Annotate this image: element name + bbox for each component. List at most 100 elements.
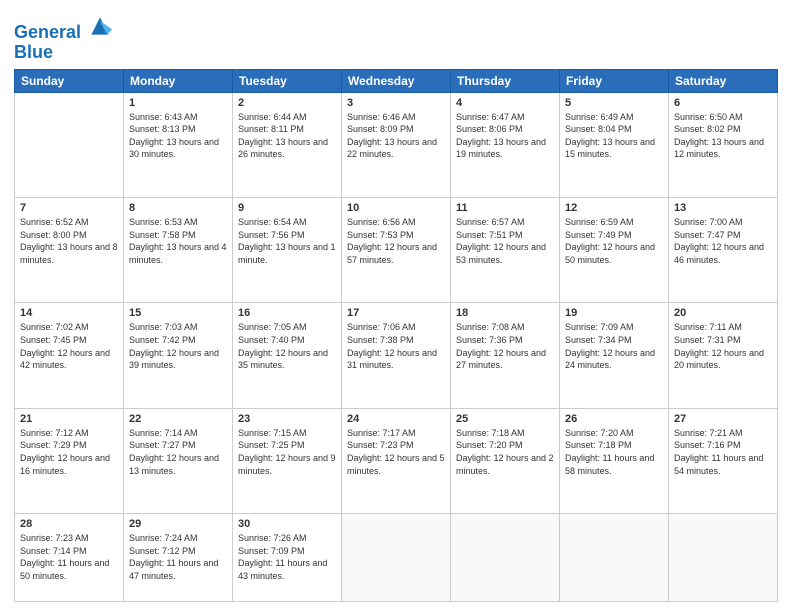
- calendar-cell: 6Sunrise: 6:50 AMSunset: 8:02 PMDaylight…: [669, 92, 778, 197]
- day-number: 10: [347, 202, 445, 214]
- day-number: 27: [674, 413, 772, 425]
- day-info: Sunrise: 7:08 AMSunset: 7:36 PMDaylight:…: [456, 321, 554, 371]
- calendar-cell: 12 Sunrise: 6:59 AMSunset: 7:49 PMDayligh…: [560, 197, 669, 302]
- logo-text: General: [14, 14, 112, 43]
- day-number: 29: [129, 518, 227, 530]
- day-number: 8: [129, 202, 227, 214]
- calendar-cell: 30 Sunrise: 7:26 AMSunset: 7:09 PMDayligh…: [233, 514, 342, 602]
- calendar-cell: 25Sunrise: 7:18 AMSunset: 7:20 PMDayligh…: [451, 408, 560, 513]
- calendar-cell: 10 Sunrise: 6:56 AMSunset: 7:53 PMDayligh…: [342, 197, 451, 302]
- day-number: 14: [20, 307, 118, 319]
- header: General Blue: [14, 10, 778, 63]
- week-row-5: 28Sunrise: 7:23 AMSunset: 7:14 PMDayligh…: [15, 514, 778, 602]
- week-row-4: 21 Sunrise: 7:12 AMSunset: 7:29 PMDayligh…: [15, 408, 778, 513]
- day-number: 12: [565, 202, 663, 214]
- day-number: 24: [347, 413, 445, 425]
- calendar-cell: 11 Sunrise: 6:57 AMSunset: 7:51 PMDayligh…: [451, 197, 560, 302]
- week-row-3: 14 Sunrise: 7:02 AMSunset: 7:45 PMDayligh…: [15, 303, 778, 408]
- day-info: Sunrise: 7:21 AMSunset: 7:16 PMDaylight:…: [674, 427, 772, 477]
- calendar-cell: 20 Sunrise: 7:11 AMSunset: 7:31 PMDayligh…: [669, 303, 778, 408]
- calendar-cell: [15, 92, 124, 197]
- calendar-cell: 19 Sunrise: 7:09 AMSunset: 7:34 PMDayligh…: [560, 303, 669, 408]
- calendar-cell: [451, 514, 560, 602]
- day-info: Sunrise: 6:59 AMSunset: 7:49 PMDaylight:…: [565, 216, 663, 266]
- day-info: Sunrise: 6:49 AMSunset: 8:04 PMDaylight:…: [565, 111, 663, 161]
- day-number: 4: [456, 97, 554, 109]
- calendar-cell: 18 Sunrise: 7:08 AMSunset: 7:36 PMDayligh…: [451, 303, 560, 408]
- weekday-header-saturday: Saturday: [669, 69, 778, 92]
- day-info: Sunrise: 6:43 AMSunset: 8:13 PMDaylight:…: [129, 111, 227, 161]
- calendar-cell: [669, 514, 778, 602]
- day-info: Sunrise: 6:52 AMSunset: 8:00 PMDaylight:…: [20, 216, 118, 266]
- day-number: 5: [565, 97, 663, 109]
- calendar-cell: 3 Sunrise: 6:46 AMSunset: 8:09 PMDaylight…: [342, 92, 451, 197]
- calendar-cell: 21 Sunrise: 7:12 AMSunset: 7:29 PMDayligh…: [15, 408, 124, 513]
- calendar-cell: 4 Sunrise: 6:47 AMSunset: 8:06 PMDaylight…: [451, 92, 560, 197]
- day-number: 15: [129, 307, 227, 319]
- day-info: Sunrise: 7:26 AMSunset: 7:09 PMDaylight:…: [238, 532, 336, 582]
- calendar-cell: 17 Sunrise: 7:06 AMSunset: 7:38 PMDayligh…: [342, 303, 451, 408]
- day-info: Sunrise: 6:57 AMSunset: 7:51 PMDaylight:…: [456, 216, 554, 266]
- day-number: 23: [238, 413, 336, 425]
- day-info: Sunrise: 7:17 AMSunset: 7:23 PMDaylight:…: [347, 427, 445, 477]
- calendar-cell: 9 Sunrise: 6:54 AMSunset: 7:56 PMDaylight…: [233, 197, 342, 302]
- day-info: Sunrise: 6:50 AMSunset: 8:02 PMDaylight:…: [674, 111, 772, 161]
- weekday-header-friday: Friday: [560, 69, 669, 92]
- day-info: Sunrise: 7:24 AMSunset: 7:12 PMDaylight:…: [129, 532, 227, 582]
- day-number: 22: [129, 413, 227, 425]
- header-row: SundayMondayTuesdayWednesdayThursdayFrid…: [15, 69, 778, 92]
- day-info: Sunrise: 7:14 AMSunset: 7:27 PMDaylight:…: [129, 427, 227, 477]
- calendar-cell: 1 Sunrise: 6:43 AMSunset: 8:13 PMDaylight…: [124, 92, 233, 197]
- day-info: Sunrise: 7:12 AMSunset: 7:29 PMDaylight:…: [20, 427, 118, 477]
- calendar-cell: 13 Sunrise: 7:00 AMSunset: 7:47 PMDayligh…: [669, 197, 778, 302]
- calendar-cell: 16Sunrise: 7:05 AMSunset: 7:40 PMDayligh…: [233, 303, 342, 408]
- day-number: 30: [238, 518, 336, 530]
- day-number: 21: [20, 413, 118, 425]
- day-number: 9: [238, 202, 336, 214]
- calendar-cell: 14 Sunrise: 7:02 AMSunset: 7:45 PMDayligh…: [15, 303, 124, 408]
- day-info: Sunrise: 7:09 AMSunset: 7:34 PMDaylight:…: [565, 321, 663, 371]
- logo-blue: Blue: [14, 43, 112, 63]
- calendar-cell: 5 Sunrise: 6:49 AMSunset: 8:04 PMDaylight…: [560, 92, 669, 197]
- day-number: 13: [674, 202, 772, 214]
- calendar-cell: [560, 514, 669, 602]
- day-number: 26: [565, 413, 663, 425]
- calendar-cell: 7 Sunrise: 6:52 AMSunset: 8:00 PMDaylight…: [15, 197, 124, 302]
- day-number: 2: [238, 97, 336, 109]
- weekday-header-sunday: Sunday: [15, 69, 124, 92]
- day-info: Sunrise: 7:05 AMSunset: 7:40 PMDaylight:…: [238, 321, 336, 371]
- day-number: 19: [565, 307, 663, 319]
- weekday-header-thursday: Thursday: [451, 69, 560, 92]
- day-info: Sunrise: 7:06 AMSunset: 7:38 PMDaylight:…: [347, 321, 445, 371]
- calendar-cell: 15 Sunrise: 7:03 AMSunset: 7:42 PMDayligh…: [124, 303, 233, 408]
- page: General Blue SundayMondayTuesdayWednesda…: [0, 0, 792, 612]
- logo-icon: [88, 14, 112, 38]
- calendar-cell: 22 Sunrise: 7:14 AMSunset: 7:27 PMDayligh…: [124, 408, 233, 513]
- day-info: Sunrise: 6:56 AMSunset: 7:53 PMDaylight:…: [347, 216, 445, 266]
- day-info: Sunrise: 7:02 AMSunset: 7:45 PMDaylight:…: [20, 321, 118, 371]
- day-info: Sunrise: 6:54 AMSunset: 7:56 PMDaylight:…: [238, 216, 336, 266]
- calendar-cell: 27 Sunrise: 7:21 AMSunset: 7:16 PMDayligh…: [669, 408, 778, 513]
- day-number: 11: [456, 202, 554, 214]
- day-info: Sunrise: 7:00 AMSunset: 7:47 PMDaylight:…: [674, 216, 772, 266]
- day-info: Sunrise: 6:47 AMSunset: 8:06 PMDaylight:…: [456, 111, 554, 161]
- calendar-cell: 28Sunrise: 7:23 AMSunset: 7:14 PMDayligh…: [15, 514, 124, 602]
- weekday-header-wednesday: Wednesday: [342, 69, 451, 92]
- day-number: 7: [20, 202, 118, 214]
- day-info: Sunrise: 7:03 AMSunset: 7:42 PMDaylight:…: [129, 321, 227, 371]
- week-row-1: 1 Sunrise: 6:43 AMSunset: 8:13 PMDaylight…: [15, 92, 778, 197]
- weekday-header-tuesday: Tuesday: [233, 69, 342, 92]
- day-number: 18: [456, 307, 554, 319]
- calendar-cell: 8 Sunrise: 6:53 AMSunset: 7:58 PMDaylight…: [124, 197, 233, 302]
- day-info: Sunrise: 7:11 AMSunset: 7:31 PMDaylight:…: [674, 321, 772, 371]
- day-number: 20: [674, 307, 772, 319]
- day-number: 1: [129, 97, 227, 109]
- calendar-cell: 29 Sunrise: 7:24 AMSunset: 7:12 PMDayligh…: [124, 514, 233, 602]
- day-info: Sunrise: 7:20 AMSunset: 7:18 PMDaylight:…: [565, 427, 663, 477]
- day-number: 3: [347, 97, 445, 109]
- day-info: Sunrise: 6:53 AMSunset: 7:58 PMDaylight:…: [129, 216, 227, 266]
- day-number: 17: [347, 307, 445, 319]
- day-info: Sunrise: 6:46 AMSunset: 8:09 PMDaylight:…: [347, 111, 445, 161]
- week-row-2: 7 Sunrise: 6:52 AMSunset: 8:00 PMDaylight…: [15, 197, 778, 302]
- logo: General Blue: [14, 14, 112, 63]
